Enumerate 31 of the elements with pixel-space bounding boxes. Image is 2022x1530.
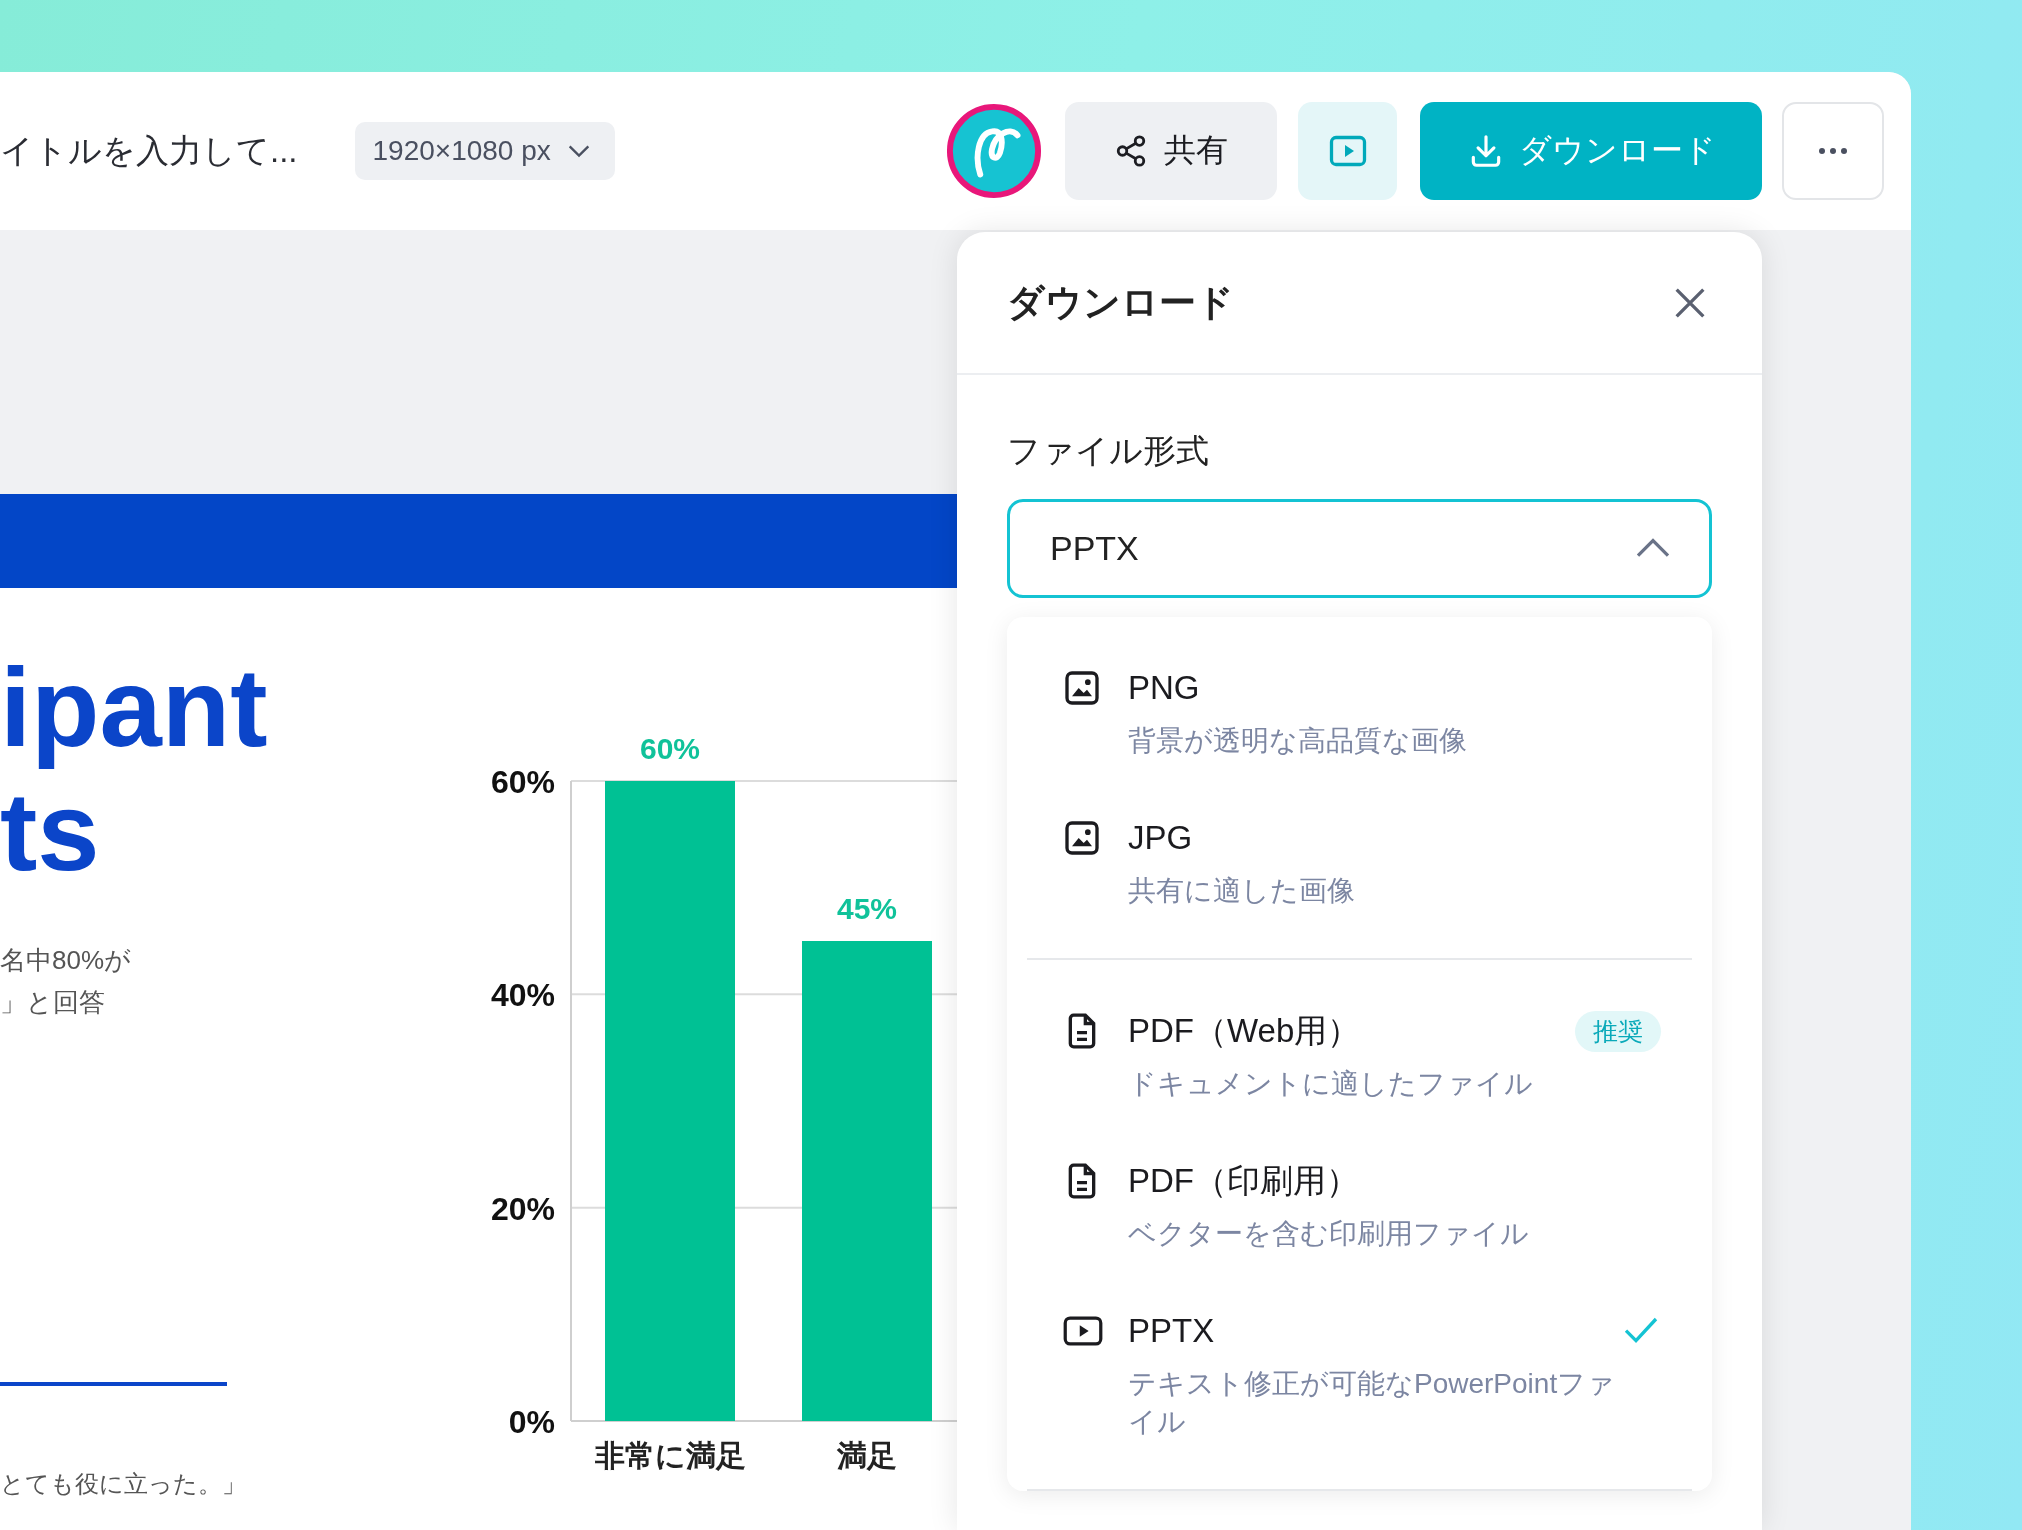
- present-button[interactable]: [1298, 102, 1397, 200]
- body-text: 名中80%が: [0, 944, 132, 977]
- share-icon: [1114, 134, 1148, 168]
- slide-title: ts: [0, 770, 100, 894]
- play-icon: [1327, 133, 1368, 169]
- axis-tick-label: 40%: [490, 977, 555, 1014]
- share-button[interactable]: 共有: [1065, 102, 1277, 200]
- avatar-icon[interactable]: [945, 102, 1043, 200]
- data-label: 60%: [640, 732, 700, 765]
- more-icon: [1818, 147, 1848, 155]
- axis-tick-label: 0%: [508, 1404, 555, 1440]
- category-label: 満足: [837, 1439, 897, 1472]
- field-label: ファイル形式: [1007, 431, 1209, 471]
- format-option[interactable]: JPG 共有に適した画像: [1007, 788, 1712, 938]
- axis-tick-label: 20%: [490, 1190, 555, 1227]
- format-select[interactable]: PPTX: [1007, 499, 1712, 598]
- slide-title: ipant: [0, 646, 268, 770]
- category-label: 非常に満足: [594, 1439, 746, 1472]
- data-label: 45%: [837, 892, 897, 925]
- image-icon: [1062, 818, 1102, 858]
- size-select[interactable]: 1920×1080 px: [354, 122, 615, 180]
- format-option[interactable]: PNG 背景が透明な高品質な画像: [1007, 638, 1712, 788]
- image-icon: [1062, 668, 1102, 708]
- format-option[interactable]: PPTX テキスト修正が可能なPowerPointファイル: [1007, 1281, 1712, 1469]
- panel-title: ダウンロード: [1007, 280, 1234, 325]
- format-option[interactable]: PDF（Web用） 推奨 ドキュメントに適したファイル: [1007, 981, 1712, 1131]
- quote-text: とても役に立った。」: [0, 1469, 246, 1499]
- format-option[interactable]: PDF（印刷用） ベクターを含む印刷用ファイル: [1007, 1131, 1712, 1281]
- document-title[interactable]: イトルを入力して...: [0, 128, 298, 174]
- body-text: 」と回答: [0, 986, 105, 1019]
- axis-tick-label: 60%: [490, 764, 555, 800]
